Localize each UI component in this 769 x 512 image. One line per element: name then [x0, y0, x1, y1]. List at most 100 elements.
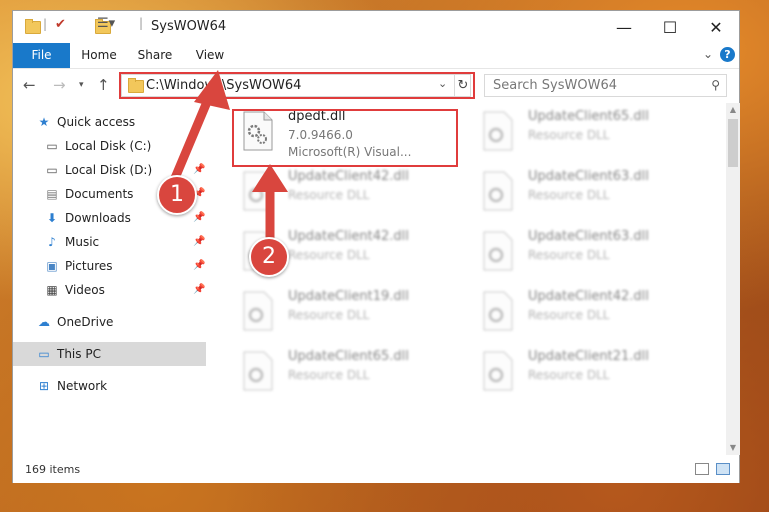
sidebar-item-videos[interactable]: ▦ Videos 📌 — [13, 278, 206, 302]
file-name: UpdateClient65.dll — [288, 349, 409, 364]
file-type: Resource DLL — [528, 188, 610, 202]
search-input[interactable] — [485, 75, 711, 96]
item-count: 169 items — [25, 463, 81, 476]
sidebar-item-quick-access[interactable]: ★ Quick access — [13, 110, 206, 134]
address-bar[interactable]: C:\Windows\SysWOW64 ⌄ ↻ — [121, 74, 471, 97]
ribbon-tabs: File Home Share View ⌄ ? — [13, 43, 739, 68]
dll-file-icon — [243, 291, 273, 331]
help-icon[interactable]: ? — [720, 47, 735, 62]
file-type: Resource DLL — [288, 188, 370, 202]
separator: | — [139, 16, 144, 30]
videos-icon: ▦ — [46, 283, 58, 297]
sidebar-item-label: OneDrive — [57, 315, 114, 329]
file-item[interactable]: UpdateClient63.dll Resource DLL — [472, 163, 702, 223]
file-type: Resource DLL — [528, 128, 610, 142]
file-name: UpdateClient42.dll — [528, 289, 649, 304]
file-item[interactable]: UpdateClient63.dll Resource DLL — [472, 223, 702, 283]
callout-badge-1: 1 — [157, 175, 197, 215]
expand-ribbon-icon[interactable]: ⌄ — [703, 47, 713, 61]
file-name: UpdateClient63.dll — [528, 229, 649, 244]
pin-icon[interactable]: 📌 — [193, 206, 205, 230]
sidebar-item-local-disk-c[interactable]: ▭ Local Disk (C:) — [13, 134, 206, 158]
sidebar-item-label: Downloads — [65, 211, 131, 225]
dll-file-icon — [483, 351, 513, 391]
sidebar-item-label: Videos — [65, 283, 105, 297]
pin-icon[interactable]: 📌 — [193, 158, 205, 182]
star-icon: ★ — [38, 115, 50, 129]
pin-icon[interactable]: 📌 — [193, 278, 205, 302]
computer-icon: ▭ — [38, 347, 50, 361]
sidebar-item-this-pc[interactable]: ▭ This PC — [13, 342, 206, 366]
tab-home[interactable]: Home — [75, 43, 123, 68]
file-name: UpdateClient42.dll — [288, 169, 409, 184]
file-item[interactable]: UpdateClient65.dll Resource DLL — [232, 343, 462, 403]
file-type: Resource DLL — [288, 368, 370, 382]
maximize-button[interactable]: ☐ — [647, 11, 693, 43]
folder-icon — [25, 19, 41, 34]
drive-icon: ▭ — [46, 163, 58, 177]
tab-file[interactable]: File — [13, 43, 70, 68]
highlight-box — [232, 109, 458, 167]
sidebar-item-network[interactable]: ⊞ Network — [13, 374, 206, 398]
file-item[interactable]: UpdateClient42.dll Resource DLL — [472, 283, 702, 343]
minimize-button[interactable]: — — [601, 11, 647, 43]
file-type: Resource DLL — [288, 308, 370, 322]
close-button[interactable]: ✕ — [693, 11, 739, 43]
sidebar-item-label: Local Disk (C:) — [65, 139, 152, 153]
large-icons-view-icon[interactable] — [716, 463, 730, 475]
dll-file-icon — [483, 291, 513, 331]
sidebar-item-music[interactable]: ♪ Music 📌 — [13, 230, 206, 254]
sidebar-item-pictures[interactable]: ▣ Pictures 📌 — [13, 254, 206, 278]
tab-view[interactable]: View — [188, 43, 232, 68]
file-name: UpdateClient21.dll — [528, 349, 649, 364]
status-bar: 169 items — [13, 457, 739, 483]
file-type: Resource DLL — [528, 368, 610, 382]
sidebar-item-label: Network — [57, 379, 108, 393]
file-name: UpdateClient65.dll — [528, 109, 649, 124]
file-item[interactable]: UpdateClient42.dll Resource DLL — [232, 163, 462, 223]
dll-file-icon — [243, 171, 273, 211]
forward-button[interactable]: → — [53, 76, 66, 94]
scrollbar-thumb[interactable] — [728, 119, 738, 167]
navigation-pane: ★ Quick access ▭ Local Disk (C:) ▭ Local… — [13, 103, 206, 453]
drive-icon: ▭ — [46, 139, 58, 153]
sidebar-item-label: This PC — [57, 347, 101, 361]
music-icon: ♪ — [48, 235, 56, 249]
file-name: UpdateClient63.dll — [528, 169, 649, 184]
scroll-down-icon[interactable]: ▼ — [726, 441, 740, 455]
file-type: Resource DLL — [528, 308, 610, 322]
file-item[interactable]: UpdateClient19.dll Resource DLL — [232, 283, 462, 343]
separator: | — [43, 17, 48, 31]
callout-badge-2: 2 — [249, 237, 289, 277]
scroll-up-icon[interactable]: ▲ — [726, 103, 740, 117]
title-bar: | ✔ ☰▾ | SysWOW64 — ☐ ✕ — [13, 11, 739, 43]
vertical-scrollbar[interactable]: ▲ ▼ — [726, 103, 740, 455]
search-icon[interactable]: ⚲ — [711, 78, 720, 92]
sidebar-item-label: Music — [65, 235, 100, 249]
search-box[interactable]: ⚲ — [484, 74, 727, 97]
sidebar-item-label: Pictures — [65, 259, 113, 273]
refresh-button[interactable]: ↻ — [454, 75, 471, 96]
window-title: SysWOW64 — [151, 19, 227, 34]
customize-toolbar-icon[interactable]: ☰▾ — [97, 16, 115, 32]
documents-icon: ▤ — [46, 187, 58, 201]
explorer-window: | ✔ ☰▾ | SysWOW64 — ☐ ✕ File Home Share … — [12, 10, 740, 483]
recent-locations-icon[interactable]: ▾ — [79, 80, 84, 90]
download-icon: ⬇ — [46, 211, 58, 225]
sidebar-item-onedrive[interactable]: ☁ OneDrive — [13, 310, 206, 334]
up-button[interactable]: ↑ — [97, 76, 110, 94]
properties-icon[interactable]: ✔ — [55, 17, 66, 33]
address-path[interactable]: C:\Windows\SysWOW64 — [146, 78, 301, 93]
details-view-icon[interactable] — [695, 463, 709, 475]
pin-icon[interactable]: 📌 — [193, 254, 205, 278]
network-icon: ⊞ — [38, 379, 50, 393]
chevron-down-icon[interactable]: ⌄ — [438, 77, 447, 90]
pin-icon[interactable]: 📌 — [193, 230, 205, 254]
dll-file-icon — [483, 231, 513, 271]
tab-share[interactable]: Share — [131, 43, 179, 68]
back-button[interactable]: ← — [23, 76, 36, 94]
file-name: UpdateClient42.dll — [288, 229, 409, 244]
file-item[interactable]: UpdateClient21.dll Resource DLL — [472, 343, 702, 403]
file-item[interactable]: UpdateClient65.dll Resource DLL — [472, 103, 702, 163]
sidebar-item-label: Quick access — [57, 115, 136, 129]
